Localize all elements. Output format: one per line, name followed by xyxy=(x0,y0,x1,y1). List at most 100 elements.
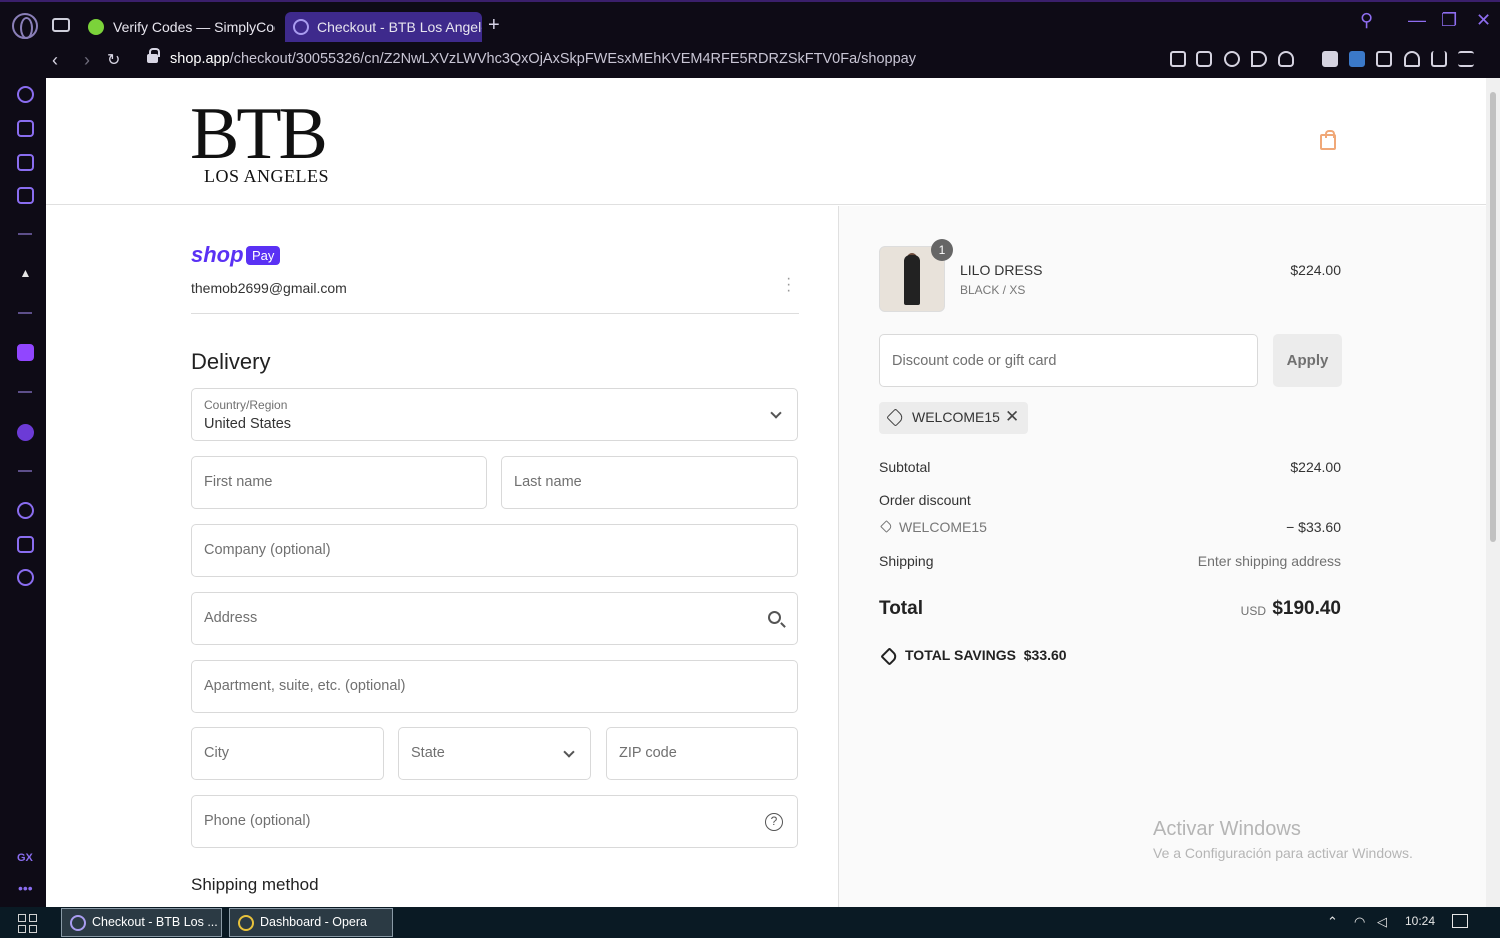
opera-gx-icon xyxy=(238,915,254,931)
product-photo-dress xyxy=(904,255,920,305)
state-select[interactable]: State xyxy=(398,727,591,780)
address-field[interactable]: Address xyxy=(191,592,798,645)
cube-icon[interactable] xyxy=(1376,51,1392,67)
gx-corner-icon[interactable] xyxy=(17,120,34,137)
minimize-icon[interactable]: — xyxy=(1408,10,1426,31)
tab-verify-codes[interactable]: Verify Codes — SimplyCodes xyxy=(80,12,275,42)
scrollbar-thumb[interactable] xyxy=(1490,92,1496,542)
taskbar-item-dashboard[interactable]: Dashboard - Opera xyxy=(229,908,393,937)
address-placeholder: Address xyxy=(204,610,258,626)
total-label: Total xyxy=(879,598,923,619)
close-window-icon[interactable]: ✕ xyxy=(1476,10,1491,31)
volume-icon[interactable]: ◁ xyxy=(1377,914,1387,930)
total-savings: TOTAL SAVINGS $33.60 xyxy=(905,647,1067,663)
discount-placeholder: Discount code or gift card xyxy=(892,353,1057,369)
discount-code-input[interactable]: Discount code or gift card xyxy=(879,334,1258,387)
opera-logo-icon[interactable] xyxy=(12,13,38,39)
reload-icon[interactable]: ↻ xyxy=(107,50,120,70)
heart-icon[interactable] xyxy=(1278,51,1294,67)
first-name-placeholder: First name xyxy=(204,474,273,490)
opera-sidebar: ▲ GX ••• xyxy=(0,78,46,907)
music-icon[interactable] xyxy=(17,424,34,441)
twitch-icon[interactable] xyxy=(17,344,34,361)
more-dots-icon[interactable]: ••• xyxy=(18,880,33,896)
search-icon xyxy=(768,611,781,624)
page-scrollbar[interactable] xyxy=(1486,78,1500,907)
last-name-field[interactable]: Last name xyxy=(501,456,798,509)
history-icon[interactable] xyxy=(17,502,34,519)
applied-code: WELCOME15 xyxy=(912,409,1000,425)
browser-tab-bar: Verify Codes — SimplyCodes Checkout - BT… xyxy=(0,0,1500,46)
start-icon[interactable] xyxy=(18,914,38,934)
remove-discount-icon[interactable]: ✕ xyxy=(1005,407,1019,427)
forward-icon[interactable]: › xyxy=(84,50,90,71)
savings-value: $33.60 xyxy=(1023,647,1067,663)
tab-manager-icon[interactable] xyxy=(52,18,70,32)
menu-icon[interactable] xyxy=(1458,51,1474,67)
gx-control-icon[interactable] xyxy=(17,86,34,103)
checkout-form: shop Pay themob2699@gmail.com · · · Delive… xyxy=(46,206,838,907)
zip-field[interactable]: ZIP code xyxy=(606,727,798,780)
opera-favicon-icon xyxy=(293,19,309,35)
product-variant: BLACK / XS xyxy=(960,283,1026,297)
address-bar: ‹ › ↻ shop.app/checkout/30055326/cn/Z2Nw… xyxy=(0,46,1500,78)
play-icon[interactable] xyxy=(1251,51,1267,67)
mail-icon[interactable] xyxy=(17,187,34,204)
city-field[interactable]: City xyxy=(191,727,384,780)
video-icon[interactable] xyxy=(17,154,34,171)
extensions-icon[interactable] xyxy=(17,536,34,553)
delivery-title: Delivery xyxy=(191,349,271,374)
country-select[interactable]: Country/Region United States xyxy=(191,388,798,441)
shipping-method-title: Shipping method xyxy=(191,875,319,894)
order-discount-value: − $33.60 xyxy=(1286,519,1341,535)
first-name-field[interactable]: First name xyxy=(191,456,487,509)
adblock-icon[interactable] xyxy=(1224,51,1240,67)
help-icon[interactable]: ? xyxy=(765,813,783,831)
url-field[interactable]: shop.app/checkout/30055326/cn/Z2NwLXVzLW… xyxy=(170,51,916,67)
currency-code: USD xyxy=(1240,604,1266,618)
city-placeholder: City xyxy=(204,745,229,761)
chevron-up-icon[interactable]: ⌃ xyxy=(1327,914,1338,930)
tab-label: Verify Codes — SimplyCodes xyxy=(113,19,275,35)
store-logo[interactable]: BTB xyxy=(190,92,328,177)
edit-icon[interactable] xyxy=(1170,51,1186,67)
translate-icon[interactable] xyxy=(1349,51,1365,67)
camera-icon[interactable] xyxy=(1196,51,1212,67)
extension-icon[interactable] xyxy=(1322,51,1338,67)
apartment-field[interactable]: Apartment, suite, etc. (optional) xyxy=(191,660,798,713)
shop-pay-badge: Pay xyxy=(246,246,281,265)
total-value: $190.40 xyxy=(1272,598,1341,619)
opera-icon xyxy=(70,915,86,931)
quantity-badge: 1 xyxy=(931,239,953,261)
restore-icon[interactable]: ❐ xyxy=(1441,10,1457,31)
tab-checkout[interactable]: Checkout - BTB Los Angeles xyxy=(285,12,482,42)
kebab-menu-icon[interactable]: · · · xyxy=(786,271,791,299)
company-field[interactable]: Company (optional) xyxy=(191,524,798,577)
clock[interactable]: 10:24 xyxy=(1405,914,1435,928)
app-icon[interactable]: ▲ xyxy=(17,266,34,283)
apply-button[interactable]: Apply xyxy=(1273,334,1342,387)
back-icon[interactable]: ‹ xyxy=(52,50,58,71)
company-placeholder: Company (optional) xyxy=(204,542,331,558)
notification-icon[interactable] xyxy=(1452,914,1468,928)
settings-gear-icon[interactable] xyxy=(17,569,34,586)
windows-watermark-text: Ve a Configuración para activar Windows. xyxy=(1153,845,1413,861)
new-tab-button[interactable]: + xyxy=(488,14,500,37)
store-header: BTB LOS ANGELES xyxy=(46,78,1486,205)
wifi-icon[interactable]: ◠ xyxy=(1354,914,1365,930)
taskbar-item-checkout[interactable]: Checkout - BTB Los ... xyxy=(61,908,222,937)
shipping-label: Shipping xyxy=(879,553,934,569)
gx-logo-icon[interactable]: GX xyxy=(17,852,33,864)
windows-watermark-title: Activar Windows xyxy=(1153,818,1301,840)
profile-icon[interactable] xyxy=(1404,51,1420,67)
shopping-bag-icon[interactable] xyxy=(1320,130,1336,150)
download-icon[interactable] xyxy=(1431,51,1447,67)
divider xyxy=(191,313,799,314)
order-discount-code: WELCOME15 xyxy=(899,519,987,535)
zip-placeholder: ZIP code xyxy=(619,745,677,761)
search-tabs-icon[interactable]: ⚲ xyxy=(1360,10,1373,31)
chevron-down-icon xyxy=(770,407,782,419)
phone-field[interactable]: Phone (optional) ? xyxy=(191,795,798,848)
phone-placeholder: Phone (optional) xyxy=(204,813,311,829)
tag-icon xyxy=(880,520,893,533)
